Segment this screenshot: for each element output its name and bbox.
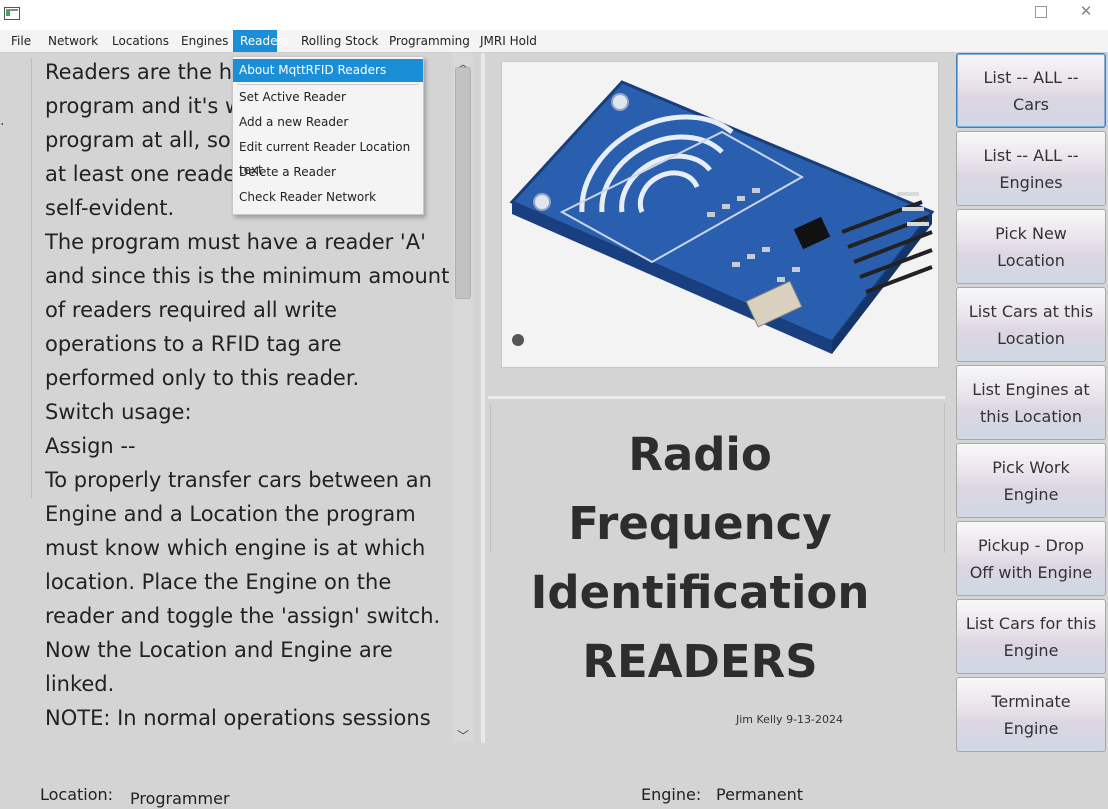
pickup-drop-off-button[interactable]: Pickup - Drop Off with Engine: [956, 521, 1106, 596]
help-text-line: must know which engine is at which: [45, 536, 426, 560]
page-title: Radio Frequency Identification READERS: [490, 420, 910, 696]
menu-add-reader[interactable]: Add a new Reader: [233, 111, 423, 134]
help-text-line: reader and toggle the 'assign' switch.: [45, 604, 441, 628]
pick-new-location-button[interactable]: Pick New Location: [956, 209, 1106, 284]
help-text-line: The program must have a reader 'A': [45, 230, 426, 254]
menu-readers[interactable]: Readers: [233, 30, 289, 52]
help-text-line: Switch usage:: [45, 400, 192, 424]
menu-network[interactable]: Network: [42, 30, 104, 52]
menu-about-readers[interactable]: About MqttRFID Readers: [233, 59, 423, 82]
menu-bar: File Network Locations Engines Readers R…: [0, 30, 1108, 53]
close-button[interactable]: ✕: [1078, 1, 1094, 21]
menu-delete-reader[interactable]: Delete a Reader: [233, 161, 423, 184]
left-marker: .: [0, 113, 5, 129]
maximize-button[interactable]: [1035, 6, 1047, 18]
help-text-line: Assign --: [45, 434, 136, 458]
menu-jmri-hold[interactable]: JMRI Hold: [474, 30, 543, 52]
title-line-1: Radio Frequency: [568, 428, 832, 550]
help-text-line: location. Place the Engine on the: [45, 570, 392, 594]
menu-programming[interactable]: Programming: [383, 30, 476, 52]
menu-rolling-stock[interactable]: Rolling Stock: [295, 30, 384, 52]
text-scrollbar[interactable]: ︿ ﹀: [453, 53, 473, 743]
menu-edit-reader-location[interactable]: Edit current Reader Location text: [233, 136, 423, 177]
title-bar: ✕: [0, 0, 1108, 30]
help-text-line: and since this is the minimum amount: [45, 264, 450, 288]
menu-separator: [237, 84, 419, 85]
rfid-board-illustration: [509, 80, 935, 354]
list-cars-at-location-button[interactable]: List Cars at this Location: [956, 287, 1106, 362]
app-icon: [4, 7, 20, 20]
location-label: Location:: [40, 785, 114, 804]
center-divider: [488, 396, 945, 399]
scroll-thumb[interactable]: [455, 67, 471, 299]
title-line-2: Identification: [530, 566, 870, 619]
help-text-line: To properly transfer cars between an: [45, 468, 432, 492]
help-text-line: performed only to this reader.: [45, 366, 360, 390]
help-text-line: of readers required all write: [45, 298, 338, 322]
help-text-line: Now the Location and Engine are: [45, 638, 393, 662]
menu-check-reader-network[interactable]: Check Reader Network: [233, 186, 423, 209]
help-text-line: operations to a RFID tag are: [45, 332, 342, 356]
rfid-reader-image: [501, 61, 939, 368]
engine-value: Permanent: [716, 785, 804, 804]
list-all-engines-button[interactable]: List -- ALL -- Engines: [956, 131, 1106, 206]
help-text-line: linked.: [45, 672, 115, 696]
menu-set-active-reader[interactable]: Set Active Reader: [233, 86, 423, 109]
menu-locations[interactable]: Locations: [106, 30, 175, 52]
list-all-cars-button[interactable]: List -- ALL -- Cars: [956, 53, 1106, 128]
terminate-engine-button[interactable]: Terminate Engine: [956, 677, 1106, 752]
title-line-3: READERS: [582, 635, 818, 688]
scroll-down-icon[interactable]: ﹀: [457, 727, 469, 744]
list-cars-for-engine-button[interactable]: List Cars for this Engine: [956, 599, 1106, 674]
readers-dropdown-menu: About MqttRFID Readers Set Active Reader…: [232, 56, 424, 215]
left-rule: [31, 58, 32, 498]
engine-label: Engine:: [641, 785, 702, 804]
location-value: Programmer: [130, 789, 230, 808]
pick-work-engine-button[interactable]: Pick Work Engine: [956, 443, 1106, 518]
help-text-line: NOTE: In normal operations sessions: [45, 706, 431, 730]
help-text-line: Engine and a Location the program: [45, 502, 416, 526]
split-divider[interactable]: [481, 53, 485, 743]
menu-file[interactable]: File: [5, 30, 37, 52]
menu-engines[interactable]: Engines: [175, 30, 234, 52]
list-engines-at-location-button[interactable]: List Engines at this Location: [956, 365, 1106, 440]
author-signature: Jim Kelly 9-13-2024: [736, 713, 843, 726]
